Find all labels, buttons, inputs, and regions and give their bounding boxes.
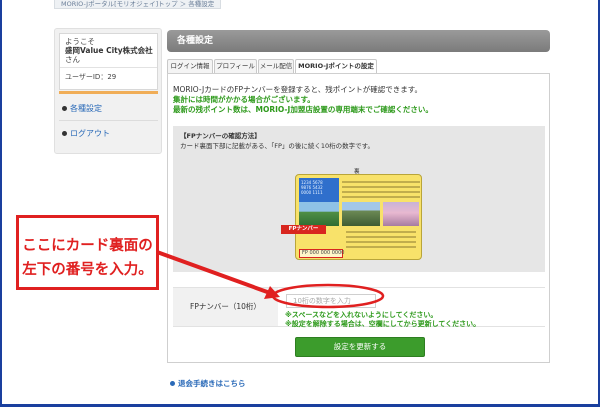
- tab-point-settings[interactable]: MORIO-Jポイントの設定: [295, 59, 377, 74]
- sidebar-item-logout[interactable]: ログアウト: [59, 126, 158, 142]
- withdraw-link[interactable]: 退会手続きはこちら: [170, 378, 246, 389]
- user-info-box: ようこそ 盛岡Value City株式会社 さん ユーザーID：29: [59, 33, 158, 90]
- user-id: ユーザーID：29: [65, 73, 117, 81]
- card-map-image: 1234 5678 9876 5432 0000 1111: [299, 178, 339, 203]
- intro-note-terminal: 最新の残ポイント数は、MORIO-J加盟店設置の専用端末でご確認ください。: [173, 105, 433, 114]
- point-settings-panel: MORIO-JカードのFPナンバーを登録すると、残ポイントが確認できます。 集計…: [167, 73, 550, 363]
- sidebar-divider: [59, 120, 158, 121]
- guide-title: 【FPナンバーの確認方法】: [180, 132, 261, 140]
- guide-description: カード裏面下部に記載がある、「FP」の後に続く10桁の数字です。: [180, 142, 375, 150]
- fp-number-guide: 【FPナンバーの確認方法】 カード裏面下部に記載がある、「FP」の後に続く10桁…: [173, 126, 545, 272]
- sidebar-item-settings[interactable]: 各種設定: [59, 101, 158, 117]
- card-text-line: [346, 241, 416, 243]
- fp-number-form-row: FPナンバー（10桁） ※スペースなどを入れないようにしてください。 ※設定を解…: [173, 287, 545, 328]
- bullet-icon: [62, 131, 67, 136]
- card-text-line: [346, 246, 416, 248]
- callout-text-line1: ここにカード裏面の: [22, 238, 153, 254]
- sidebar-item-label: 各種設定: [70, 104, 102, 113]
- update-settings-button[interactable]: 設定を更新する: [295, 337, 425, 357]
- honorific-text: さん: [65, 55, 80, 64]
- tab-profile[interactable]: プロフィール: [214, 59, 257, 73]
- fp-number-tag: FPナンバー: [281, 225, 326, 234]
- card-photo-bridge: [342, 202, 380, 226]
- intro-text: MORIO-JカードのFPナンバーを登録すると、残ポイントが確認できます。: [173, 85, 423, 94]
- breadcrumb[interactable]: MORIO-Jポータル[モリオジェイ]トップ ＞ 各種設定: [54, 0, 222, 9]
- bullet-icon: [170, 381, 175, 386]
- card-map-text: 1234 5678 9876 5432 0000 1111: [301, 180, 323, 195]
- page-title: 各種設定: [167, 30, 550, 52]
- card-fp-number: FP 000 000 0000: [299, 249, 344, 258]
- user-divider: [60, 67, 157, 68]
- card-text-line: [342, 191, 420, 193]
- welcome-text: ようこそ: [65, 37, 95, 46]
- sidebar: ようこそ 盛岡Value City株式会社 さん ユーザーID：29 各種設定 …: [54, 28, 162, 154]
- callout-text-line2: 左下の番号を入力。: [22, 262, 153, 278]
- card-text-line: [346, 236, 416, 238]
- card-photo-castle: [299, 202, 339, 226]
- withdraw-link-label: 退会手続きはこちら: [178, 379, 246, 388]
- fp-number-input[interactable]: [286, 294, 376, 308]
- card-text-line: [342, 181, 420, 183]
- company-name: 盛岡Value City株式会社: [65, 46, 153, 55]
- sidebar-item-label: ログアウト: [70, 129, 110, 138]
- card-back-illustration: 1234 5678 9876 5432 0000 1111 FP 000 000…: [295, 174, 422, 260]
- input-note-clear: ※設定を解除する場合は、空欄にしてから更新してください。: [285, 320, 481, 328]
- page: MORIO-Jポータル[モリオジェイ]トップ ＞ 各種設定 ようこそ 盛岡Val…: [2, 0, 598, 404]
- intro-note-aggregation: 集計には時間がかかる場合がございます。: [173, 95, 315, 104]
- card-text-line: [342, 186, 420, 188]
- card-text-line: [342, 196, 420, 198]
- annotation-callout: ここにカード裏面の 左下の番号を入力。: [16, 215, 159, 290]
- fp-number-label: FPナンバー（10桁）: [173, 288, 278, 326]
- sidebar-accent-bar: [59, 91, 158, 94]
- tab-mail[interactable]: メール配信: [258, 59, 294, 73]
- tab-login-info[interactable]: ログイン情報: [167, 59, 213, 73]
- bullet-icon: [62, 106, 67, 111]
- card-photo-cherry: [383, 202, 419, 226]
- card-text-line: [346, 231, 416, 233]
